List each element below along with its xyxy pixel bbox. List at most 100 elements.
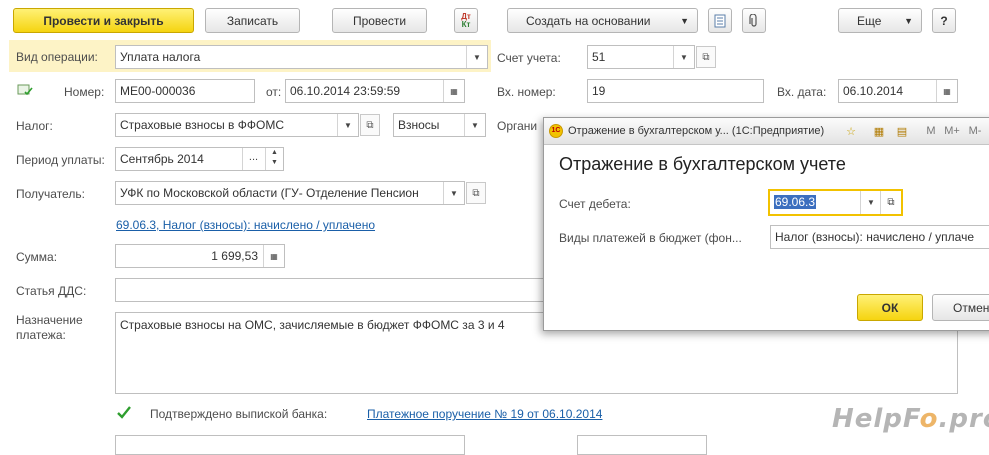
open-icon[interactable]: ⧉ <box>360 114 380 136</box>
dds-label: Статья ДДС: <box>16 284 87 298</box>
post-label: Провести <box>352 13 407 28</box>
save-button[interactable]: Записать <box>205 8 300 33</box>
post-and-close-button[interactable]: Провести и закрыть <box>13 8 194 33</box>
dropdown-arrow-icon[interactable]: ▼ <box>673 46 694 68</box>
number-value: МЕ00-000036 <box>120 84 196 98</box>
organization-label: Органи <box>497 119 538 133</box>
in-number-label: Вх. номер: <box>497 85 556 99</box>
cancel-label: Отмен <box>953 300 989 315</box>
sum-value: 1 699,53 <box>211 249 258 263</box>
dialog-heading: Отражение в бухгалтерском учете <box>559 154 846 174</box>
budget-payments-value: Налог (взносы): начислено / уплаче <box>775 230 974 244</box>
debit-account-select[interactable]: 69.06.3 ▼ ⧉ <box>768 189 903 216</box>
date-input[interactable]: 06.10.2014 23:59:59 ▦ <box>285 79 465 103</box>
period-select-button[interactable]: ... <box>242 148 264 170</box>
help-label: ? <box>940 13 948 28</box>
recipient-label: Получатель: <box>16 187 85 201</box>
recipient-value: УФК по Московской области (ГУ- Отделение… <box>120 186 419 200</box>
dropdown-arrow-icon[interactable]: ▼ <box>443 182 464 204</box>
number-input[interactable]: МЕ00-000036 <box>115 79 255 103</box>
tax-select[interactable]: Страховые взносы в ФФОМС ▼ <box>115 113 359 137</box>
paperclip-icon <box>749 13 757 27</box>
watermark-text-1: HelpF <box>832 404 920 434</box>
debit-account-value: 69.06.3 <box>774 195 817 209</box>
number-label: Номер: <box>64 85 105 99</box>
operation-select[interactable]: Уплата налога ▼ <box>115 45 488 69</box>
dds-input[interactable] <box>115 278 555 302</box>
attach-button[interactable] <box>742 8 766 33</box>
post-button[interactable]: Провести <box>332 8 427 33</box>
dropdown-arrow-icon[interactable]: ▼ <box>337 114 358 136</box>
open-icon[interactable]: ⧉ <box>696 46 716 68</box>
in-date-input[interactable]: 06.10.2014 ▦ <box>838 79 958 103</box>
purpose-label-line2: платежа: <box>16 328 66 342</box>
document-icon <box>714 14 726 27</box>
dialog-titlebar: 1С Отражение в бухгалтерском у... (1С:Пр… <box>544 118 989 145</box>
budget-payments-select[interactable]: Налог (взносы): начислено / уплаче <box>770 225 989 249</box>
calendar-icon[interactable]: ▦ <box>936 80 957 102</box>
payment-order-link[interactable]: Платежное поручение № 19 от 06.10.2014 <box>367 407 602 421</box>
1c-logo-icon: 1С <box>549 124 563 138</box>
helpf-watermark: HelpFo.pro <box>832 404 989 434</box>
help-button[interactable]: ? <box>932 8 956 33</box>
dt-kt-button[interactable]: Дт Кт <box>454 8 478 33</box>
confirmed-label: Подтверждено выпиской банка: <box>150 407 328 421</box>
more-button[interactable]: Еще ▼ <box>838 8 922 33</box>
sum-label: Сумма: <box>16 250 58 264</box>
dropdown-arrow-icon[interactable]: ▼ <box>860 191 881 214</box>
operation-label: Вид операции: <box>16 50 98 64</box>
ok-button[interactable]: ОК <box>857 294 923 321</box>
watermark-text-3: .pro <box>938 404 989 434</box>
more-label: Еще <box>857 13 882 28</box>
cancel-button[interactable]: Отмен <box>932 294 989 321</box>
document-status-icon <box>17 83 33 97</box>
date-value: 06.10.2014 23:59:59 <box>290 84 401 98</box>
calculator-icon[interactable]: ▦ <box>870 122 888 140</box>
watermark-text-2: o <box>919 404 939 434</box>
tax-label: Налог: <box>16 119 53 133</box>
check-icon <box>117 406 131 419</box>
tax-kind-select[interactable]: Взносы ▼ <box>393 113 486 137</box>
period-label: Период уплаты: <box>16 153 105 167</box>
chevron-down-icon: ▼ <box>904 15 913 26</box>
calendar-icon[interactable]: ▤ <box>893 122 911 140</box>
account-label: Счет учета: <box>497 51 561 65</box>
open-icon[interactable]: ⧉ <box>880 191 901 214</box>
print-preview-button[interactable] <box>708 8 732 33</box>
purpose-label-line1: Назначение <box>16 313 83 327</box>
chevron-down-icon: ▼ <box>680 15 689 26</box>
dropdown-arrow-icon[interactable]: ▼ <box>466 46 487 68</box>
create-based-on-button[interactable]: Создать на основании ▼ <box>507 8 698 33</box>
bottom-row-field[interactable] <box>115 435 465 455</box>
open-icon[interactable]: ⧉ <box>466 182 486 204</box>
dropdown-arrow-icon[interactable]: ▼ <box>464 114 485 136</box>
save-label: Записать <box>226 13 279 28</box>
ok-label: ОК <box>881 300 899 315</box>
create-based-on-label: Создать на основании <box>526 13 651 28</box>
memory-button[interactable]: M <box>922 122 940 140</box>
post-and-close-label: Провести и закрыть <box>43 13 164 28</box>
tax-value: Страховые взносы в ФФОМС <box>120 118 285 132</box>
in-date-label: Вх. дата: <box>777 85 827 99</box>
in-number-value: 19 <box>592 84 606 98</box>
dialog-window-title: Отражение в бухгалтерском у... (1С:Предп… <box>568 125 825 137</box>
operation-value: Уплата налога <box>120 50 201 64</box>
from-label: от: <box>266 85 282 99</box>
debit-account-label: Счет дебета: <box>559 197 631 211</box>
sum-input[interactable]: 1 699,53 ▦ <box>115 244 285 268</box>
confirmed-checkbox[interactable] <box>116 405 132 421</box>
calculator-icon[interactable]: ▦ <box>263 245 284 267</box>
recipient-select[interactable]: УФК по Московской области (ГУ- Отделение… <box>115 181 465 205</box>
period-stepper[interactable]: ▲ ▼ <box>265 148 283 170</box>
budget-payments-label: Виды платежей в бюджет (фон... <box>559 231 742 245</box>
favorite-star-icon[interactable]: ☆ <box>842 122 860 140</box>
memory-minus-button[interactable]: M- <box>964 122 986 140</box>
memory-plus-button[interactable]: M+ <box>941 122 963 140</box>
in-number-input[interactable]: 19 <box>587 79 764 103</box>
kt-label: Кт <box>461 19 471 29</box>
accounting-link[interactable]: 69.06.3, Налог (взносы): начислено / упл… <box>116 218 375 232</box>
account-select[interactable]: 51 ▼ <box>587 45 695 69</box>
calendar-icon[interactable]: ▦ <box>443 80 464 102</box>
bottom-row-field-right[interactable] <box>577 435 707 455</box>
accounting-dialog: 1С Отражение в бухгалтерском у... (1С:Пр… <box>543 117 989 331</box>
